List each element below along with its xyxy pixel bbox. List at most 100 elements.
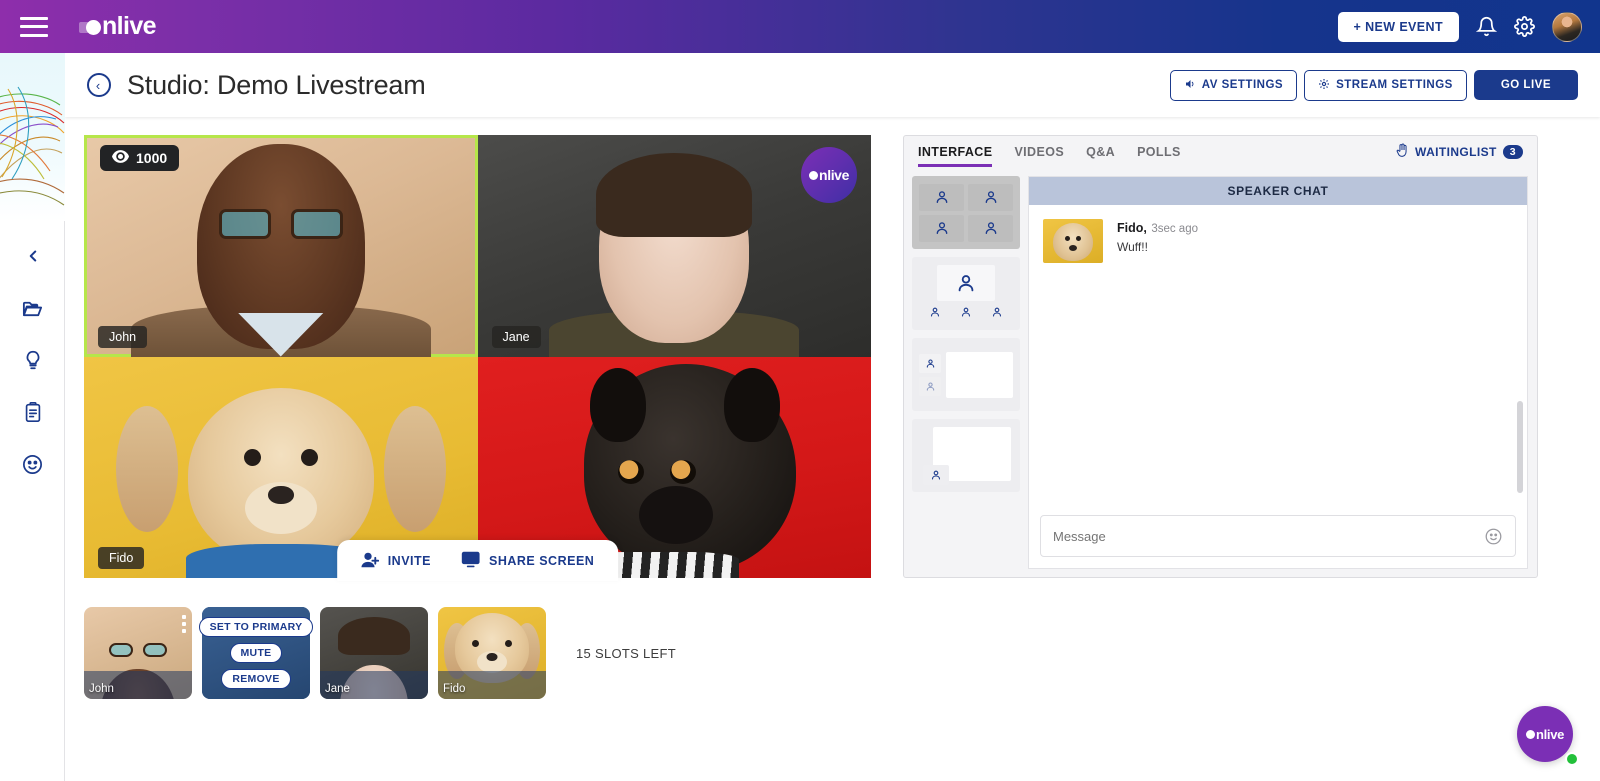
- thumb-name-label: Fido: [443, 683, 465, 695]
- slots-left-label: 15 SLOTS LEFT: [576, 646, 676, 661]
- layout-option-picture-in-picture[interactable]: [912, 419, 1020, 492]
- sidebar-item-ideas[interactable]: [20, 347, 46, 373]
- page-header: ‹ Studio: Demo Livestream AV SETTINGS ST…: [65, 53, 1600, 117]
- monitor-icon: [461, 551, 480, 571]
- layout-preview-pip: [919, 427, 1013, 485]
- brand-logo[interactable]: nlive: [86, 12, 156, 41]
- thumb-dog-nose: [487, 653, 498, 661]
- fab-label: nlive: [1536, 727, 1564, 742]
- invite-button[interactable]: INVITE: [361, 552, 431, 571]
- new-event-button[interactable]: + NEW EVENT: [1338, 12, 1459, 42]
- top-navigation-bar: nlive + NEW EVENT: [0, 0, 1600, 53]
- av-settings-label: AV SETTINGS: [1202, 79, 1283, 91]
- waitinglist-count-badge: 3: [1503, 145, 1523, 159]
- header-action-group: AV SETTINGS STREAM SETTINGS GO LIVE: [1170, 70, 1578, 101]
- waitinglist-button[interactable]: WAITINGLIST 3: [1396, 143, 1523, 160]
- tile-name-badge: Fido: [98, 547, 144, 569]
- chat-message-input[interactable]: [1053, 529, 1484, 544]
- add-person-icon: [361, 552, 379, 571]
- chat-input-box[interactable]: [1040, 515, 1516, 557]
- tab-qa[interactable]: Q&A: [1086, 136, 1115, 167]
- av-settings-button[interactable]: AV SETTINGS: [1170, 70, 1297, 101]
- sidebar-item-collapse[interactable]: [20, 243, 46, 269]
- thumbnail-context-menu: SET TO PRIMARY MUTE REMOVE: [202, 607, 310, 699]
- person-icon: [929, 305, 941, 323]
- tab-videos[interactable]: VIDEOS: [1014, 136, 1064, 167]
- person-icon: [919, 354, 941, 373]
- viewer-count-badge: 1000: [100, 145, 179, 171]
- nav-actions: + NEW EVENT: [1338, 12, 1582, 42]
- page-title: Studio: Demo Livestream: [127, 70, 426, 101]
- waitinglist-label: WAITINGLIST: [1415, 145, 1497, 159]
- tile-name-badge: John: [98, 326, 147, 348]
- person-icon: [923, 465, 949, 485]
- dog-eye-left: [244, 449, 261, 466]
- set-to-primary-button[interactable]: SET TO PRIMARY: [199, 617, 314, 637]
- layout-option-spotlight-with-row[interactable]: [912, 257, 1020, 330]
- mute-button[interactable]: MUTE: [230, 643, 283, 663]
- layout-option-sidebar-left[interactable]: [912, 338, 1020, 411]
- tab-interface[interactable]: INTERFACE: [918, 136, 992, 167]
- message-timestamp: 3sec ago: [1151, 223, 1198, 235]
- person-icon: [937, 265, 995, 301]
- layout-preview-main-area: [946, 352, 1013, 398]
- go-live-button[interactable]: GO LIVE: [1474, 70, 1578, 100]
- notification-bell-icon[interactable]: [1476, 16, 1497, 37]
- chat-title: SPEAKER CHAT: [1029, 177, 1527, 205]
- thumb-glasses: [109, 643, 167, 657]
- dog-ear-left: [116, 406, 178, 532]
- brand-dot-icon: [86, 20, 101, 35]
- layout-option-list: [912, 176, 1020, 569]
- stream-settings-button[interactable]: STREAM SETTINGS: [1304, 70, 1467, 101]
- layout-preview-grid: [919, 184, 1013, 242]
- decorative-swirl-graphic: [0, 53, 65, 221]
- layout-option-grid-2x2[interactable]: [912, 176, 1020, 249]
- settings-gear-icon[interactable]: [1514, 16, 1535, 37]
- dog-ear-right: [384, 406, 446, 532]
- support-chat-button[interactable]: nlive: [1517, 706, 1573, 762]
- sidebar-item-files[interactable]: [20, 295, 46, 321]
- chat-message-list: Fido, 3sec ago Wuff!!: [1029, 205, 1527, 506]
- layout-preview-stack: [919, 354, 941, 396]
- sidebar-item-agenda[interactable]: [20, 399, 46, 425]
- portrait-hair: [596, 153, 752, 237]
- message-body: Fido, 3sec ago Wuff!!: [1117, 219, 1198, 263]
- left-sidebar-rail: [0, 53, 65, 781]
- thumbnail-john[interactable]: John: [84, 607, 192, 699]
- stream-settings-label: STREAM SETTINGS: [1336, 79, 1453, 91]
- chat-scrollbar[interactable]: [1517, 401, 1523, 493]
- sidebar-icon-list: [0, 243, 65, 477]
- viewer-count-value: 1000: [136, 150, 167, 166]
- dog-nose: [268, 486, 294, 504]
- user-avatar[interactable]: [1552, 12, 1582, 42]
- watermark-dot-icon: [809, 171, 818, 180]
- layout-preview-row: [919, 305, 1013, 323]
- dog-eye-right: [301, 449, 318, 466]
- watermark-text: nlive: [819, 167, 849, 183]
- thumb-hair: [338, 617, 410, 655]
- chat-message: Fido, 3sec ago Wuff!!: [1043, 219, 1513, 263]
- pug-ear-right: [724, 368, 780, 442]
- pug-ear-left: [590, 368, 646, 442]
- person-icon: [968, 215, 1013, 242]
- tab-polls[interactable]: POLLS: [1137, 136, 1181, 167]
- thumbnail-jane[interactable]: Jane: [320, 607, 428, 699]
- chat-column: SPEAKER CHAT Fido, 3sec ago: [1028, 176, 1528, 569]
- person-icon: [919, 184, 964, 211]
- thumb-options-icon[interactable]: [182, 615, 186, 633]
- back-button[interactable]: ‹: [87, 73, 111, 97]
- thumbnail-fido[interactable]: Fido: [438, 607, 546, 699]
- person-icon: [991, 305, 1003, 323]
- eye-icon: [112, 150, 129, 166]
- message-text: Wuff!!: [1117, 240, 1198, 254]
- sidebar-item-reactions[interactable]: [20, 451, 46, 477]
- remove-button[interactable]: REMOVE: [221, 669, 290, 689]
- hamburger-menu-icon[interactable]: [20, 17, 48, 37]
- video-tile-john[interactable]: 1000 John: [84, 135, 478, 357]
- online-status-indicator: [1565, 752, 1579, 766]
- person-icon: [968, 184, 1013, 211]
- share-screen-button[interactable]: SHARE SCREEN: [461, 551, 594, 571]
- smiley-icon[interactable]: [1484, 527, 1503, 546]
- pug-snout: [639, 486, 713, 544]
- video-tile-jane[interactable]: nlive Jane: [478, 135, 872, 357]
